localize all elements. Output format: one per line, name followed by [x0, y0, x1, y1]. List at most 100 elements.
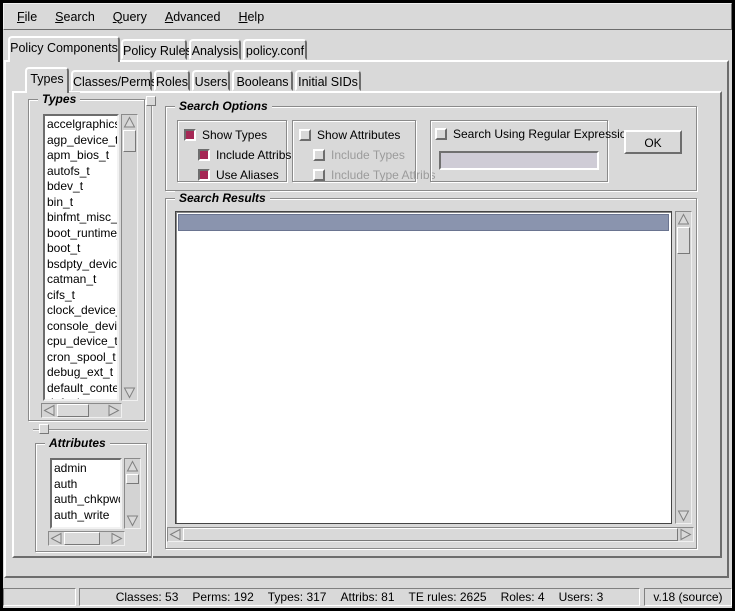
- scroll-up-icon[interactable]: [123, 116, 136, 129]
- types-list-item[interactable]: apm_bios_t: [47, 148, 117, 164]
- scrollbar-thumb[interactable]: [57, 404, 89, 417]
- scroll-left-icon[interactable]: [43, 404, 56, 417]
- types-listbox[interactable]: accelgraphics_eagp_device_tapm_bios_taut…: [43, 114, 119, 401]
- status-stat: Attribs: 81: [340, 590, 394, 604]
- types-list-item[interactable]: clock_device_t: [47, 303, 117, 319]
- scroll-left-icon[interactable]: [169, 528, 182, 541]
- menu-item[interactable]: Help: [229, 6, 273, 28]
- results-vertical-scrollbar[interactable]: [675, 211, 692, 524]
- include-attribs-checkbox[interactable]: Include Attribs: [198, 147, 291, 163]
- sash-handle[interactable]: [146, 96, 156, 106]
- include-types-checkbox[interactable]: Include Types: [313, 147, 405, 163]
- attributes-list-item[interactable]: auth_chkpwd: [54, 492, 120, 508]
- scrollbar-thumb[interactable]: [126, 474, 139, 484]
- types-frame: Types accelgraphics_eagp_device_tapm_bio…: [28, 99, 145, 421]
- status-stats-box: Classes: 53Perms: 192Types: 317Attribs: …: [79, 588, 640, 606]
- tab-initial-sids[interactable]: Initial SIDs: [295, 70, 361, 91]
- regex-checkbox[interactable]: Search Using Regular Expression: [435, 126, 633, 142]
- types-list-item[interactable]: bdev_t: [47, 179, 117, 195]
- checkbox-checked-icon: [184, 129, 196, 141]
- types-list-item[interactable]: autofs_t: [47, 164, 117, 180]
- types-vertical-scrollbar[interactable]: [121, 114, 138, 401]
- status-stat: Roles: 4: [501, 590, 545, 604]
- types-list-item[interactable]: default_t: [47, 396, 117, 401]
- use-aliases-checkbox[interactable]: Use Aliases: [198, 167, 279, 183]
- attributes-listbox[interactable]: adminauthauth_chkpwdauth_write: [50, 458, 122, 529]
- types-list-item[interactable]: cpu_device_t: [47, 334, 117, 350]
- tab-types[interactable]: Types: [25, 67, 69, 93]
- results-horizontal-scrollbar[interactable]: [167, 527, 694, 542]
- search-results-frame-label: Search Results: [175, 191, 270, 205]
- show-attributes-group: Show Attributes Include Types Include Ty…: [292, 120, 416, 182]
- tab-policy-conf[interactable]: policy.conf: [243, 39, 307, 60]
- checkbox-unchecked-icon: [435, 128, 447, 140]
- scroll-down-icon[interactable]: [123, 386, 136, 399]
- scroll-left-icon[interactable]: [50, 532, 63, 545]
- scrollbar-thumb[interactable]: [64, 532, 100, 545]
- tab-policy-rules[interactable]: Policy Rules: [121, 39, 187, 60]
- types-list-item[interactable]: default_context: [47, 381, 117, 397]
- show-types-checkbox[interactable]: Show Types: [184, 127, 267, 143]
- scroll-down-icon[interactable]: [677, 509, 690, 522]
- tab-booleans[interactable]: Booleans: [232, 70, 293, 91]
- tab-roles[interactable]: Roles: [154, 70, 190, 91]
- status-left-box: [3, 588, 76, 606]
- types-list-item[interactable]: binfmt_misc_fs: [47, 210, 117, 226]
- attributes-list-item[interactable]: auth_write: [54, 508, 120, 524]
- types-list-item[interactable]: catman_t: [47, 272, 117, 288]
- scroll-up-icon[interactable]: [126, 460, 139, 473]
- search-results-frame: Search Results: [165, 198, 697, 549]
- search-options-frame: Search Options Show Types Include Attrib…: [165, 106, 697, 191]
- checkbox-unchecked-icon: [313, 149, 325, 161]
- scrollbar-thumb[interactable]: [123, 130, 136, 152]
- pane-sash-vertical[interactable]: [151, 98, 153, 558]
- checkbox-label: Show Attributes: [317, 128, 400, 142]
- menu-item[interactable]: Query: [104, 6, 156, 28]
- scrollbar-thumb[interactable]: [183, 528, 678, 541]
- scroll-right-icon[interactable]: [110, 532, 123, 545]
- types-list-item[interactable]: bsdpty_device_: [47, 257, 117, 273]
- types-list-item[interactable]: console_device: [47, 319, 117, 335]
- checkbox-label: Include Types: [331, 148, 405, 162]
- menu-item[interactable]: Search: [46, 6, 104, 28]
- scroll-down-icon[interactable]: [126, 514, 139, 527]
- sash-handle[interactable]: [39, 424, 49, 434]
- menu-item[interactable]: File: [8, 6, 46, 28]
- tab-classes-perms[interactable]: Classes/Perms: [71, 70, 152, 91]
- attributes-horizontal-scrollbar[interactable]: [48, 531, 125, 546]
- types-list-item[interactable]: debug_ext_t: [47, 365, 117, 381]
- types-horizontal-scrollbar[interactable]: [41, 403, 122, 418]
- status-stat: TE rules: 2625: [409, 590, 487, 604]
- scroll-up-icon[interactable]: [677, 213, 690, 226]
- checkbox-label: Show Types: [202, 128, 267, 142]
- show-attributes-checkbox[interactable]: Show Attributes: [299, 127, 400, 143]
- attributes-frame: Attributes adminauthauth_chkpwdauth_writ…: [35, 443, 147, 552]
- types-list-item[interactable]: boot_t: [47, 241, 117, 257]
- types-list-item[interactable]: boot_runtime_t: [47, 226, 117, 242]
- checkbox-label: Include Type Attribs: [331, 168, 436, 182]
- search-results-text[interactable]: [175, 211, 672, 524]
- scrollbar-thumb[interactable]: [677, 227, 690, 254]
- types-list-item[interactable]: accelgraphics_e: [47, 117, 117, 133]
- ok-button[interactable]: OK: [624, 130, 682, 154]
- tab-users[interactable]: Users: [192, 70, 230, 91]
- include-type-attribs-checkbox[interactable]: Include Type Attribs: [313, 167, 436, 183]
- pane-sash-horizontal[interactable]: [33, 429, 148, 431]
- attributes-list-item[interactable]: admin: [54, 461, 120, 477]
- menu-item[interactable]: Advanced: [156, 6, 230, 28]
- types-list-item[interactable]: bin_t: [47, 195, 117, 211]
- scroll-right-icon[interactable]: [679, 528, 692, 541]
- regex-input[interactable]: [439, 151, 599, 170]
- attributes-vertical-scrollbar[interactable]: [124, 458, 141, 529]
- tab-analysis[interactable]: Analysis: [189, 39, 241, 60]
- selected-line: [178, 214, 669, 231]
- types-list-item[interactable]: cron_spool_t: [47, 350, 117, 366]
- checkbox-checked-icon: [198, 149, 210, 161]
- checkbox-checked-icon: [198, 169, 210, 181]
- types-list-item[interactable]: agp_device_t: [47, 133, 117, 149]
- types-list-item[interactable]: cifs_t: [47, 288, 117, 304]
- scroll-right-icon[interactable]: [107, 404, 120, 417]
- tab-policy-components[interactable]: Policy Components: [8, 36, 120, 62]
- status-version-box: v.18 (source): [644, 588, 732, 606]
- attributes-list-item[interactable]: auth: [54, 477, 120, 493]
